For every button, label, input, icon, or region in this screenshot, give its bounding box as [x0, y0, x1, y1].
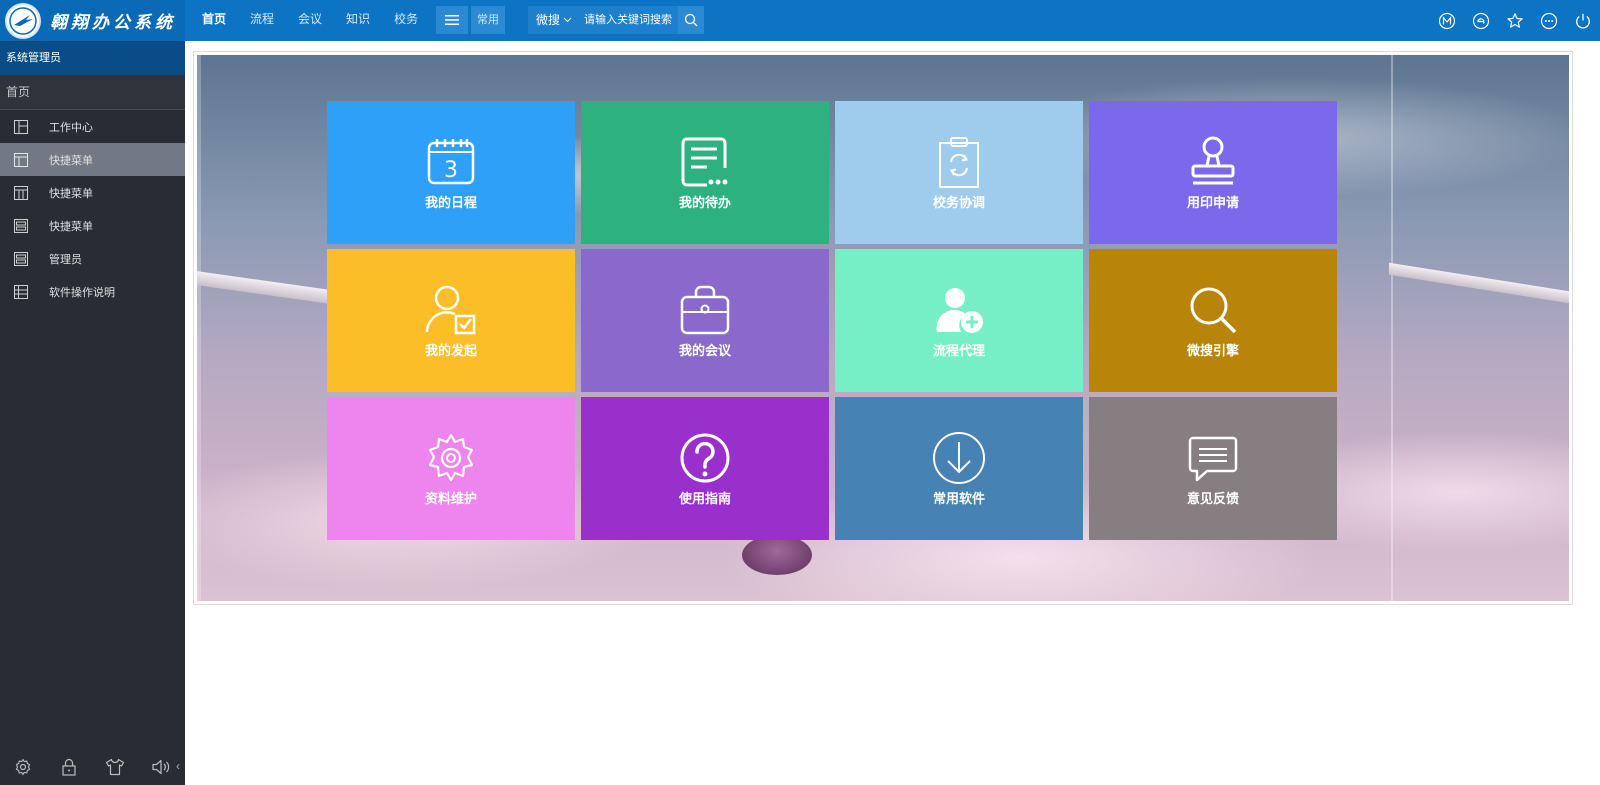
airplane-wing-left [197, 271, 337, 305]
nav-home[interactable]: 首页 [190, 0, 238, 41]
nav-workflow[interactable]: 流程 [238, 0, 286, 41]
gear-icon [428, 433, 474, 482]
top-icon-group [1430, 0, 1600, 41]
tile-label: 我的会议 [678, 344, 731, 359]
user-check-icon [425, 285, 476, 335]
tile-seal-application[interactable]: 用印申请 [1089, 101, 1337, 244]
sidebar-item-label: 工作中心 [49, 121, 93, 134]
logo-emblem-icon [5, 2, 41, 39]
tile-feedback[interactable]: 意见反馈 [1089, 397, 1337, 540]
download-icon [933, 432, 985, 484]
tile-common-software[interactable]: 常用软件 [835, 397, 1083, 540]
tile-my-meetings[interactable]: 我的会议 [581, 249, 829, 392]
tile-label: 用印申请 [1186, 196, 1239, 211]
search-icon [684, 13, 698, 27]
nav-meeting[interactable]: 会议 [286, 0, 334, 41]
sidebar-item-label: 快捷菜单 [49, 187, 93, 200]
main-content: 3 我的日程 我的待办 校务协调 用印申请 我的发起 我的会议 流程代理 微搜引… [185, 41, 1600, 785]
sidebar-item-label: 快捷菜单 [49, 220, 93, 233]
sidebar-item-quick-menu-1[interactable]: 快捷菜单 [0, 143, 185, 176]
hamburger-icon [445, 15, 459, 25]
menu-button[interactable] [436, 6, 468, 34]
tile-label: 我的发起 [424, 344, 477, 359]
tile-label: 常用软件 [932, 492, 985, 507]
sidebar-item-label: 快捷菜单 [49, 154, 93, 167]
tile-my-schedule[interactable]: 3 我的日程 [327, 101, 575, 244]
tile-search-engine[interactable]: 微搜引擎 [1089, 249, 1337, 392]
sidebar-home[interactable]: 首页 [0, 75, 185, 110]
settings-icon[interactable] [0, 749, 46, 785]
tile-data-maintenance[interactable]: 资料维护 [327, 397, 575, 540]
help-icon [680, 433, 730, 483]
chevron-down-icon [563, 17, 572, 23]
briefcase-icon [680, 285, 730, 335]
layout-icon [14, 119, 28, 134]
user-add-icon [936, 288, 983, 333]
search-bar: 微搜 [528, 6, 704, 34]
stamp-icon [1191, 136, 1235, 185]
comment-icon [1188, 436, 1238, 482]
tile-user-guide[interactable]: 使用指南 [581, 397, 829, 540]
home-banner-frame: 3 我的日程 我的待办 校务协调 用印申请 我的发起 我的会议 流程代理 微搜引… [193, 51, 1573, 605]
search-input[interactable] [578, 6, 678, 34]
sidebar: 系统管理员 首页 工作中心 快捷菜单 快捷菜单 快捷菜单 管理员 软件操作说明 [0, 41, 185, 785]
panel-icon [14, 218, 28, 233]
search-icon [1190, 287, 1237, 334]
tile-label: 我的日程 [424, 196, 477, 211]
more-icon[interactable] [1532, 0, 1566, 41]
collapse-sidebar-icon[interactable]: ‹ [176, 759, 180, 773]
columns-icon [14, 185, 28, 200]
m-circle-icon[interactable] [1430, 0, 1464, 41]
top-nav: 首页 流程 会议 知识 校务 [190, 0, 430, 41]
calendar-icon: 3 [427, 139, 475, 185]
current-user: 系统管理员 [0, 41, 185, 75]
tile-school-coordination[interactable]: 校务协调 [835, 101, 1083, 244]
airplane-wing-right [1389, 262, 1569, 304]
tile-label: 微搜引擎 [1186, 344, 1239, 359]
tile-my-todo[interactable]: 我的待办 [581, 101, 829, 244]
sidebar-item-admin[interactable]: 管理员 [0, 242, 185, 275]
tile-label: 意见反馈 [1186, 492, 1239, 507]
lock-icon[interactable] [46, 749, 92, 785]
airplane-engine [742, 535, 812, 575]
quick-tiles-grid: 3 我的日程 我的待办 校务协调 用印申请 我的发起 我的会议 流程代理 微搜引… [327, 101, 1342, 540]
sidebar-footer: ‹ [0, 749, 185, 785]
search-scope-select[interactable]: 微搜 [528, 6, 578, 34]
tile-label: 校务协调 [932, 196, 985, 211]
panel-icon [14, 251, 28, 266]
table-icon [14, 284, 28, 299]
tile-my-initiated[interactable]: 我的发起 [327, 249, 575, 392]
clipboard-icon [939, 137, 979, 188]
sidebar-item-label: 软件操作说明 [49, 286, 115, 299]
document-icon [681, 137, 728, 187]
sidebar-item-label: 管理员 [49, 253, 82, 266]
background-image: 3 我的日程 我的待办 校务协调 用印申请 我的发起 我的会议 流程代理 微搜引… [197, 55, 1569, 601]
sidebar-item-work-center[interactable]: 工作中心 [0, 110, 185, 143]
nav-knowledge[interactable]: 知识 [334, 0, 382, 41]
tile-label: 我的待办 [678, 196, 731, 211]
tile-label: 使用指南 [678, 492, 731, 507]
star-icon[interactable] [1498, 0, 1532, 41]
sidebar-item-quick-menu-2[interactable]: 快捷菜单 [0, 176, 185, 209]
sidebar-item-software-guide[interactable]: 软件操作说明 [0, 275, 185, 308]
nav-school-affairs[interactable]: 校务 [382, 0, 430, 41]
tile-label: 流程代理 [932, 344, 985, 359]
window-icon [14, 152, 28, 167]
logo[interactable]: 翱翔办公系统 [0, 0, 185, 41]
tile-workflow-proxy[interactable]: 流程代理 [835, 249, 1083, 392]
sidebar-item-quick-menu-3[interactable]: 快捷菜单 [0, 209, 185, 242]
app-title: 翱翔办公系统 [50, 13, 176, 33]
search-scope-label: 微搜 [536, 13, 561, 27]
power-icon[interactable] [1566, 0, 1600, 41]
search-button[interactable] [678, 6, 704, 34]
shirt-icon[interactable] [92, 749, 138, 785]
tile-label: 资料维护 [424, 492, 477, 507]
common-button[interactable]: 常用 [471, 6, 505, 34]
e-circle-icon[interactable] [1464, 0, 1498, 41]
top-bar: 翱翔办公系统 首页 流程 会议 知识 校务 常用 微搜 [0, 0, 1600, 41]
svg-text:3: 3 [444, 158, 458, 183]
